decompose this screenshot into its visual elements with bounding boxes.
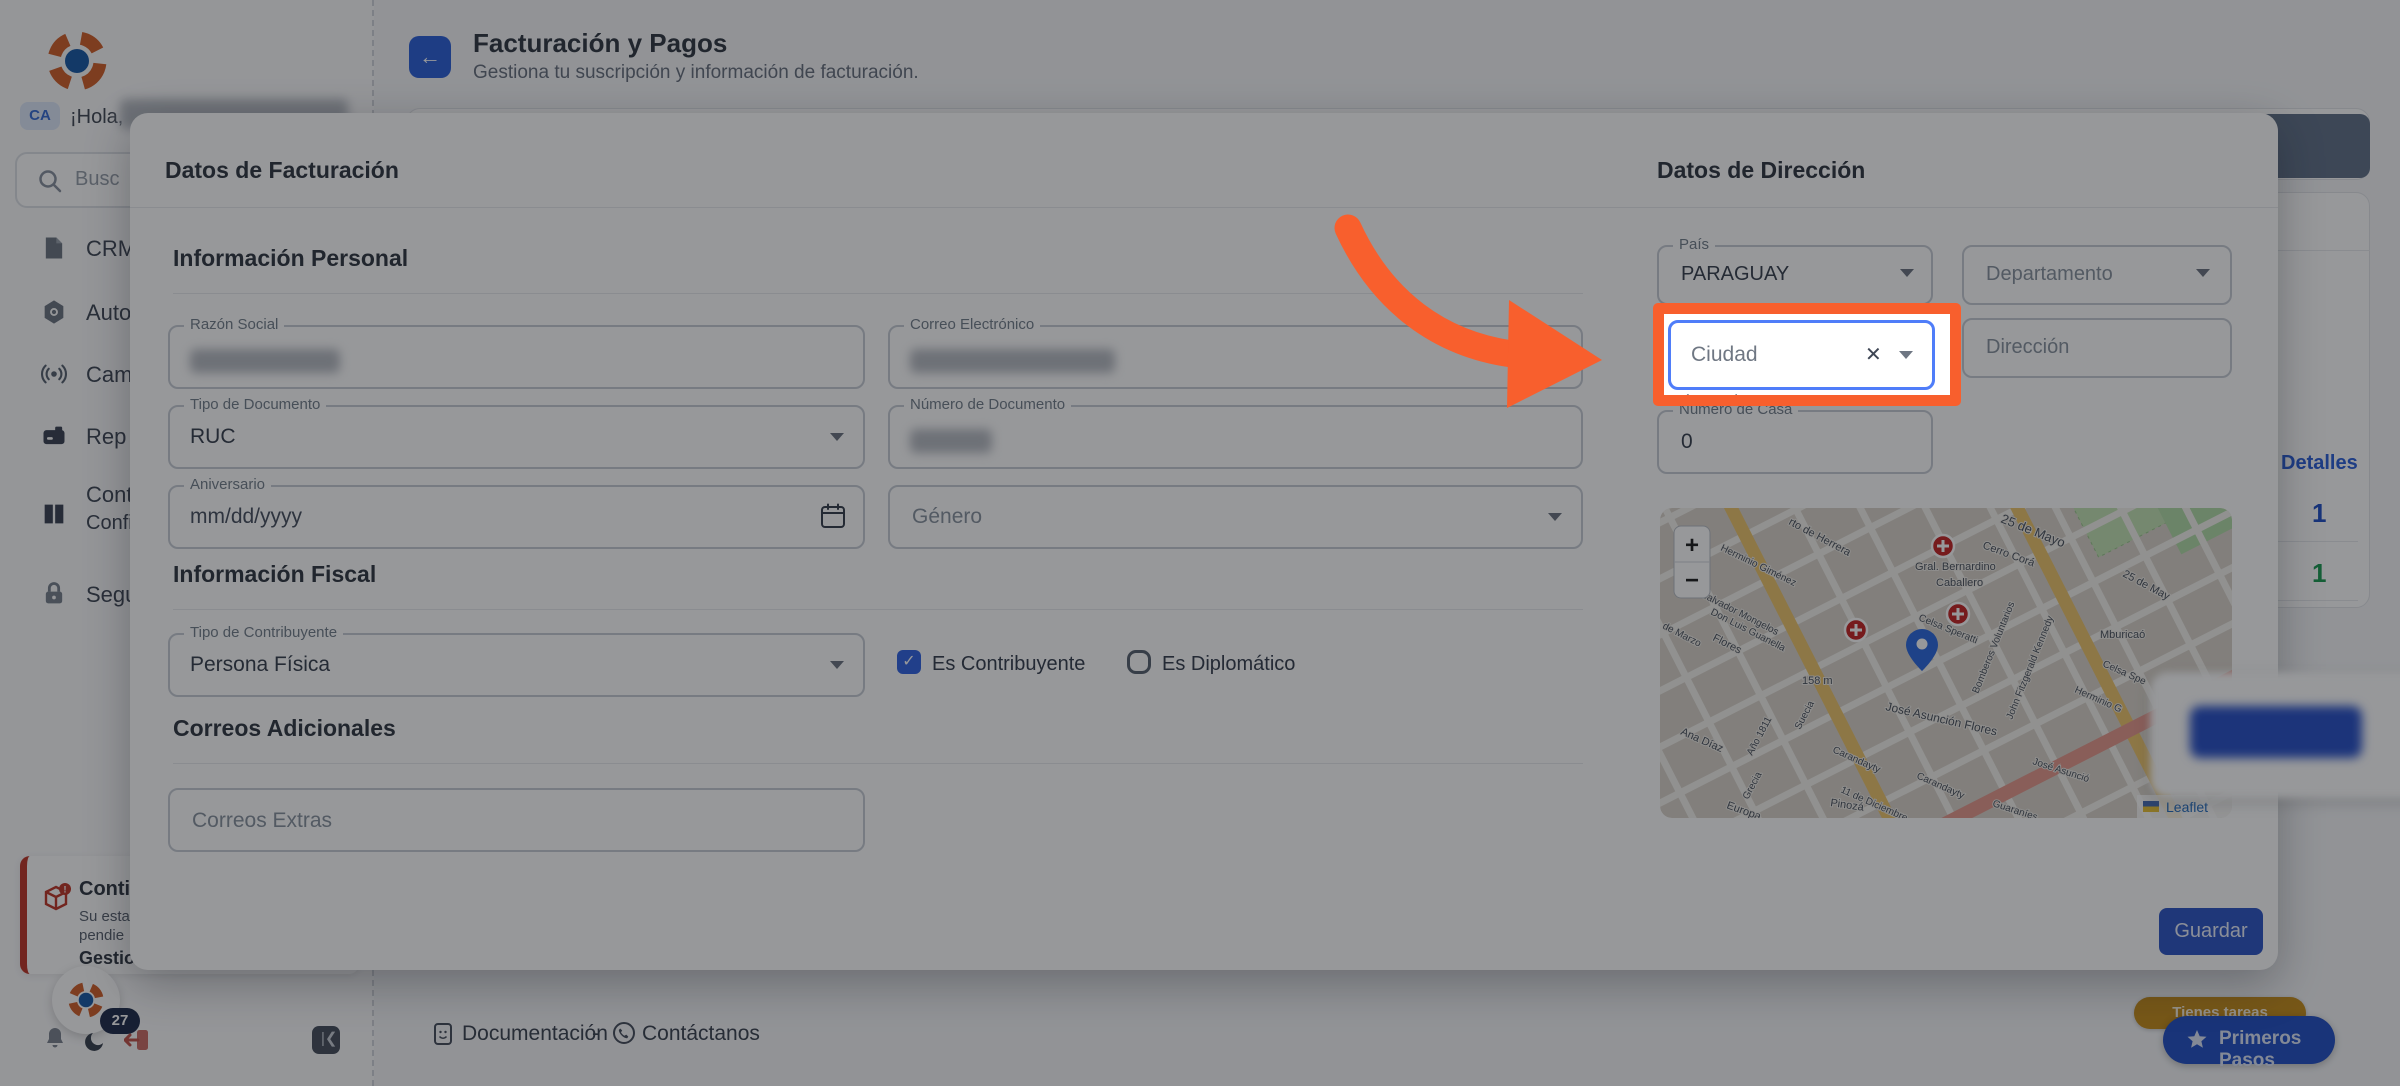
blurred-widget-button[interactable] (2190, 706, 2362, 758)
aniversario-value: mm/dd/yyyy (190, 505, 302, 529)
numero-documento-label: Número de Documento (904, 396, 1071, 414)
zoom-out-button[interactable]: − (1685, 567, 1699, 594)
map-scale-label: 158 m (1802, 675, 1833, 687)
billing-settings-page: CA ¡Hola, Busc CRM Auto Cam (0, 0, 2400, 1086)
search-icon (37, 168, 63, 194)
user-avatar[interactable]: CA (20, 102, 60, 130)
genero-placeholder: Género (912, 505, 982, 529)
chevron-down-icon (830, 433, 844, 441)
tipo-documento-value: RUC (190, 425, 236, 449)
file-icon (40, 234, 68, 262)
chevron-down-icon (1548, 513, 1562, 521)
billing-section-title: Datos de Facturación (165, 157, 399, 184)
pais-label: País (1673, 236, 1715, 254)
lock-icon (40, 580, 68, 608)
documentation-link[interactable]: Documentación (462, 1022, 608, 1046)
chevron-down-icon[interactable] (1899, 351, 1913, 359)
page-title: Facturación y Pagos (473, 28, 727, 59)
contact-phone-icon (612, 1021, 636, 1045)
app-logo-icon (66, 980, 106, 1020)
chevron-down-icon (1900, 269, 1914, 277)
alert-box-icon: ! (41, 882, 71, 912)
hospital-marker[interactable] (1947, 603, 1969, 625)
leaflet-link[interactable]: Leaflet (2166, 799, 2208, 815)
razon-social-value-redacted (190, 349, 340, 373)
book-icon (40, 500, 68, 528)
calendar-icon[interactable] (820, 503, 846, 529)
pais-value: PARAGUAY (1681, 263, 1789, 286)
primeros-pasos-button[interactable]: Primeros Pasos (2163, 1016, 2335, 1064)
greeting-text: ¡Hola, (70, 106, 123, 129)
wallet-icon (40, 422, 68, 450)
fiscal-info-heading: Información Fiscal (173, 561, 376, 588)
es-contribuyente-label: Es Contribuyente (932, 653, 1085, 676)
numero-documento-field[interactable] (888, 405, 1583, 469)
broadcast-icon (40, 360, 68, 388)
numero-casa-label-peek: Número de Casa (1672, 392, 1892, 396)
leaflet-map[interactable]: 25 de Mayo Cerro Corá Gral. Bernardino C… (1660, 508, 2232, 818)
page-subtitle: Gestiona tu suscripción y información de… (473, 62, 919, 84)
hexagon-icon (40, 298, 68, 326)
correos-heading: Correos Adicionales (173, 715, 396, 742)
genero-select[interactable] (888, 485, 1583, 549)
back-button[interactable]: ← (409, 36, 451, 78)
detalles-column-link[interactable]: Detalles (2281, 452, 2358, 475)
chevron-down-icon (830, 661, 844, 669)
correo-value-redacted (910, 349, 1115, 373)
personal-info-heading: Información Personal (173, 245, 408, 272)
tipo-documento-select[interactable] (168, 405, 865, 469)
street-label: Mburicaó (2100, 629, 2145, 641)
hospital-marker[interactable] (1932, 535, 1954, 557)
departamento-placeholder: Departamento (1986, 263, 2113, 286)
es-diplomatico-checkbox[interactable] (1127, 650, 1151, 674)
dark-mode-icon[interactable] (84, 1030, 106, 1052)
correos-extras-placeholder: Correos Extras (192, 809, 332, 833)
street-label: Gral. Bernardino (1915, 561, 1996, 573)
aniversario-label: Aniversario (184, 476, 271, 494)
tipo-documento-label: Tipo de Documento (184, 396, 326, 414)
ciudad-spotlight: Ciudad ✕ Número de Casa (1653, 303, 1961, 406)
tipo-contribuyente-label: Tipo de Contribuyente (184, 624, 343, 642)
correo-label: Correo Electrónico (904, 316, 1040, 334)
bell-icon[interactable] (44, 1026, 66, 1050)
alert-line2: pendie (79, 927, 124, 944)
address-section-title: Datos de Dirección (1657, 157, 1865, 184)
es-diplomatico-label: Es Diplomático (1162, 653, 1295, 676)
chevron-down-icon (2196, 269, 2210, 277)
table-value-green: 1 (2312, 558, 2326, 589)
back-arrow-icon: ← (419, 44, 441, 69)
app-logo-icon (44, 28, 110, 94)
table-value-blue: 1 (2312, 498, 2326, 529)
direccion-placeholder: Dirección (1986, 336, 2069, 359)
tipo-contribuyente-value: Persona Física (190, 653, 330, 677)
zoom-in-button[interactable]: + (1685, 532, 1699, 559)
numero-casa-value: 0 (1681, 430, 1693, 454)
razon-social-label: Razón Social (184, 316, 284, 334)
street-label: Caballero (1936, 577, 1983, 589)
numero-casa-field[interactable] (1657, 410, 1933, 474)
hospital-marker[interactable] (1845, 619, 1867, 641)
footer-separator: - (592, 1022, 599, 1046)
contact-link[interactable]: Contáctanos (642, 1022, 760, 1046)
clear-icon[interactable]: ✕ (1865, 342, 1882, 367)
alert-line1: Su esta (79, 908, 130, 925)
logout-icon[interactable] (124, 1028, 150, 1052)
ciudad-placeholder: Ciudad (1691, 343, 1758, 367)
es-contribuyente-checkbox[interactable]: ✓ (897, 650, 921, 674)
svg-text:!: ! (64, 885, 67, 895)
collapse-sidebar-button[interactable]: |❮ (312, 1026, 340, 1054)
primeros-pasos-label: Primeros Pasos (2219, 1028, 2335, 1072)
documentation-icon (432, 1022, 454, 1046)
guardar-button[interactable]: Guardar (2159, 908, 2263, 955)
billing-modal: Datos de Facturación Datos de Dirección … (130, 113, 2278, 970)
search-placeholder: Busc (75, 168, 119, 191)
alert-title: Conti (79, 878, 130, 901)
star-icon (2185, 1028, 2209, 1052)
numero-documento-value-redacted (910, 429, 992, 453)
ciudad-autocomplete-field[interactable]: Ciudad ✕ (1668, 320, 1935, 390)
